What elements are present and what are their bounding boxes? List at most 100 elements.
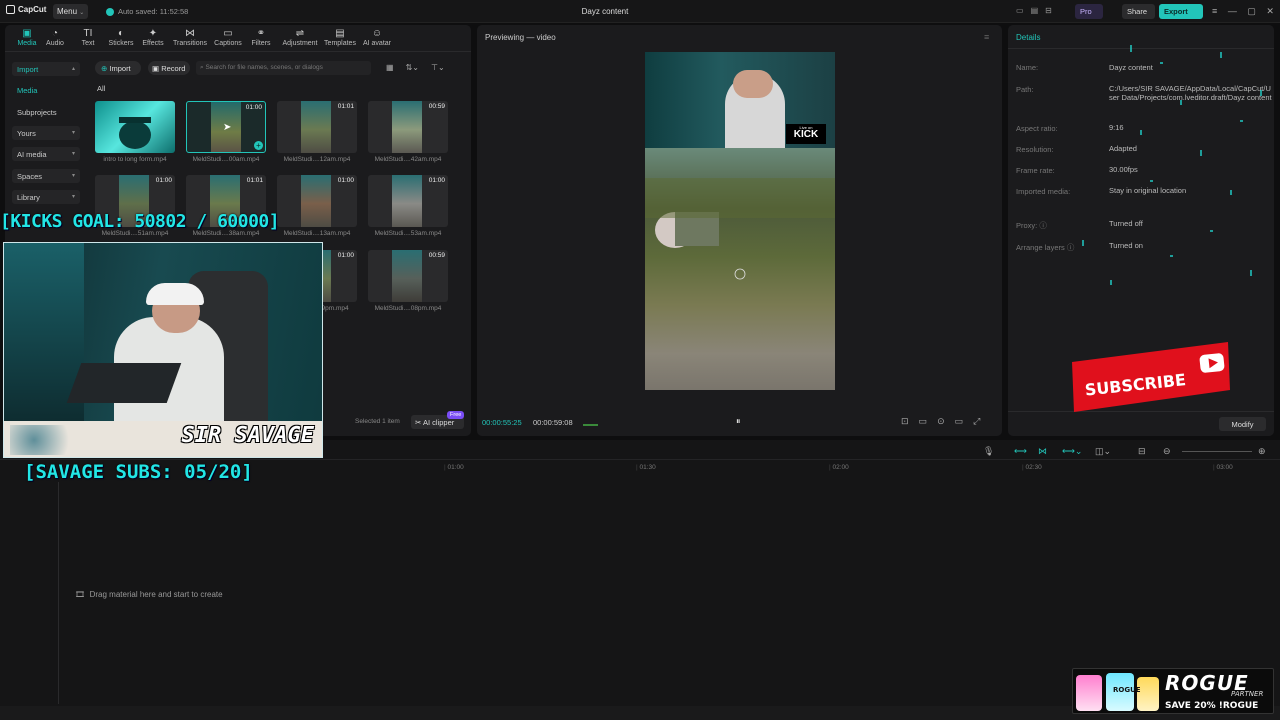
crop-icon[interactable]: ⊡: [901, 416, 909, 427]
sidebar-item-subprojects[interactable]: Subprojects: [12, 105, 80, 119]
info-icon[interactable]: ⓘ: [1039, 221, 1047, 230]
sponsor-banner: ROGUE ROGUE PARTNER SAVE 20% !ROGUE: [1072, 668, 1274, 714]
search-icon: ⌕: [200, 64, 204, 71]
link-icon[interactable]: ⟷: [1014, 446, 1027, 457]
panel-icon[interactable]: ▤: [1031, 6, 1039, 17]
tab-audio[interactable]: ◔ Audio: [38, 28, 72, 47]
ratio-icon[interactable]: ▭: [919, 416, 928, 427]
tab-templates[interactable]: ▤ Templates: [323, 28, 357, 47]
product-tub: [1137, 677, 1159, 711]
maximize-icon[interactable]: ▢: [1247, 6, 1256, 17]
zoom-out-icon[interactable]: ⊖: [1163, 446, 1171, 457]
media-thumb[interactable]: 01:01: [277, 101, 357, 153]
preview-game-frame: [645, 148, 835, 390]
kicks-goal-overlay: [KICKS GOAL: 50802 / 60000]: [0, 211, 280, 232]
minimize-icon[interactable]: —: [1228, 6, 1237, 17]
tab-text[interactable]: TI Text: [71, 28, 105, 47]
export-label: Export: [1164, 7, 1188, 16]
media-name: MeldStudi....08pm.mp4: [374, 305, 442, 312]
zoom-in-icon[interactable]: ⊕: [1258, 446, 1266, 457]
templates-icon: ▤: [335, 28, 345, 39]
zoom-fit-icon[interactable]: ▭: [955, 416, 964, 427]
audio-icon: ◔: [51, 28, 59, 39]
tab-stickers[interactable]: ◐ Stickers: [104, 28, 138, 47]
menu-button[interactable]: Menu ⌄: [53, 4, 88, 19]
add-icon[interactable]: +: [254, 141, 263, 150]
ruler-tick: | 01:00: [444, 464, 464, 471]
window-menu-icon[interactable]: ≡: [1212, 6, 1217, 17]
record-button[interactable]: ▣ Record: [148, 61, 190, 75]
preview-axis-icon[interactable]: ◫⌄: [1095, 446, 1111, 457]
modify-button[interactable]: Modify: [1219, 417, 1266, 431]
detail-label: Frame rate:: [1016, 166, 1055, 175]
arrange-label: Arrange layers: [1016, 243, 1065, 252]
zoom-slider[interactable]: [1182, 451, 1252, 452]
grid-view-icon[interactable]: ▦: [386, 63, 394, 72]
duration: 00:59: [428, 252, 445, 259]
branch-decoration: [10, 425, 90, 455]
microphone-icon[interactable]: 🎙: [983, 446, 994, 457]
tab-transitions[interactable]: ⋈ Transitions: [173, 28, 207, 47]
sparkle-overlay: [1082, 45, 1262, 285]
pause-icon[interactable]: ⏸: [736, 416, 741, 427]
share-button[interactable]: Share: [1122, 4, 1155, 19]
import-button[interactable]: ⊕ Import: [95, 61, 141, 75]
filter-all[interactable]: All: [97, 84, 105, 93]
search-placeholder: Search for file names, scenes, or dialog…: [205, 64, 323, 71]
detail-label: Imported media:: [1016, 187, 1071, 196]
game-scene-graphic: [645, 178, 835, 280]
sidebar-item-import[interactable]: Import ▴: [12, 62, 80, 76]
media-thumb[interactable]: 00:59: [368, 101, 448, 153]
fullscreen-icon[interactable]: ⤢: [973, 416, 980, 427]
video-frame: [392, 101, 422, 153]
cloud-icon: [106, 7, 114, 16]
media-name: MeldStudi....13am.mp4: [283, 230, 351, 237]
export-button[interactable]: Export: [1159, 4, 1203, 19]
media-thumb[interactable]: 01:00: [277, 175, 357, 227]
duration: 01:00: [337, 177, 354, 184]
media-thumb[interactable]: [95, 101, 175, 153]
search-input[interactable]: ⌕ Search for file names, scenes, or dial…: [196, 61, 371, 75]
film-icon: 🎞: [75, 590, 86, 599]
filter-icon[interactable]: ⊤⌄: [431, 63, 445, 72]
duration: 01:00: [245, 104, 262, 111]
tick-label: 02:30: [1025, 464, 1042, 471]
magnet-icon[interactable]: ⋈: [1038, 446, 1047, 457]
sidebar-item-spaces[interactable]: Spaces ▾: [12, 169, 80, 183]
split-icon[interactable]: ⟷⌄: [1062, 446, 1082, 457]
media-thumb-selected[interactable]: 01:00 + ➤: [186, 101, 266, 153]
effects-icon: ✦: [148, 28, 158, 39]
view-controls: ▦ ⇅⌄ ⊤⌄: [386, 63, 445, 72]
sort-icon[interactable]: ⇅⌄: [406, 63, 419, 72]
pro-button[interactable]: Pro: [1075, 4, 1103, 19]
tab-label: Transitions: [173, 40, 207, 47]
video-frame: [301, 101, 331, 153]
webcam-name-text: SIR SAVAGE: [181, 423, 314, 448]
filters-icon: ⚭: [256, 28, 266, 39]
sidebar-item-yours[interactable]: Yours ▾: [12, 126, 80, 140]
toolbar: ▣ Media ◔ Audio TI Text ◐ Stickers ✦ Effects …: [5, 25, 471, 50]
tab-filters[interactable]: ⚭ Filters: [244, 28, 278, 47]
sidebar-item-ai-media[interactable]: AI media ▾: [12, 147, 80, 161]
free-badge: Free: [447, 411, 465, 419]
tab-adjustment[interactable]: ⇌ Adjustment: [282, 28, 318, 47]
media-name: MeldStudi....12am.mp4: [283, 156, 351, 163]
close-icon[interactable]: ✕: [1266, 6, 1274, 17]
tab-label: Text: [81, 40, 95, 47]
detail-label: Proxy: ⓘ: [1016, 220, 1047, 231]
ruler-tick: | 02:00: [829, 464, 849, 471]
tab-captions[interactable]: ▭ Captions: [211, 28, 245, 47]
media-thumb[interactable]: 01:00: [368, 175, 448, 227]
layout-icon[interactable]: ▭: [1016, 6, 1024, 17]
caption-icon[interactable]: ⊟: [1138, 446, 1146, 457]
preview-menu-icon[interactable]: ≡: [984, 32, 989, 42]
tab-ai-avatar[interactable]: ☺ AI avatar: [360, 28, 394, 47]
sidebar-item-label: Spaces: [17, 172, 43, 181]
media-thumb[interactable]: 00:59: [368, 250, 448, 302]
detail-label: Aspect ratio:: [1016, 124, 1058, 133]
sidebar-item-media[interactable]: Media: [12, 83, 80, 97]
sidebar-item-library[interactable]: Library ▾: [12, 190, 80, 204]
snapshot-icon[interactable]: ⊙: [937, 416, 945, 427]
ratio-icon[interactable]: ⊟: [1045, 6, 1052, 17]
tab-effects[interactable]: ✦ Effects: [136, 28, 170, 47]
